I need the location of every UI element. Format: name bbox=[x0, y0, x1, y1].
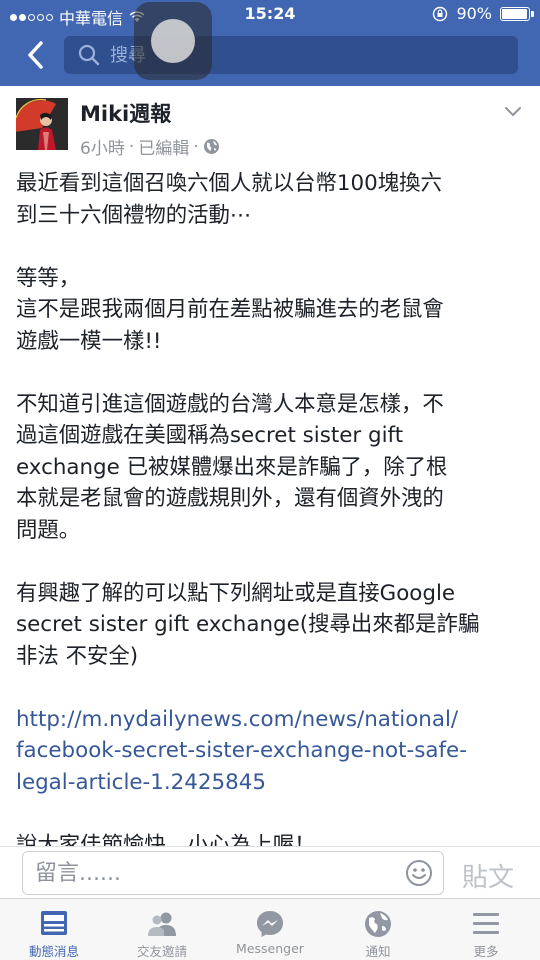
orientation-lock-icon bbox=[433, 6, 448, 21]
tab-label: 更多 bbox=[473, 944, 499, 959]
link-line[interactable]: http://m.nydailynews.com/news/national/ bbox=[16, 704, 521, 736]
post-card: Miki週報 6小時 · 已編輯 · 最近看到這個召喚六個人就以台幣100塊換六… bbox=[0, 86, 540, 846]
link-line[interactable]: facebook-secret-sister-exchange-not-safe… bbox=[16, 735, 521, 767]
post-line: 非法 不安全) bbox=[16, 643, 139, 669]
back-button[interactable] bbox=[20, 38, 50, 72]
friend-requests-icon bbox=[148, 912, 176, 936]
meta-separator: · bbox=[128, 136, 135, 157]
meta-separator: · bbox=[193, 136, 199, 157]
status-bar: 中華電信 15:24 90% bbox=[0, 0, 540, 28]
status-right: 90% bbox=[432, 4, 534, 23]
emoji-icon[interactable] bbox=[405, 859, 433, 887]
post-line: 問題。 bbox=[16, 517, 81, 543]
battery-percent: 90% bbox=[456, 4, 492, 23]
search-box[interactable] bbox=[64, 36, 518, 74]
edited-label[interactable]: 已編輯 bbox=[138, 134, 189, 159]
tab-label: 通知 bbox=[365, 944, 391, 959]
post-line: exchange 已被媒體爆出來是詐騙了，除了根 bbox=[16, 454, 448, 480]
post-line: 等等， bbox=[16, 265, 81, 291]
post-paragraph: 不知道引進這個遊戲的台灣人本意是怎樣，不 過這個遊戲在美國稱為secret si… bbox=[16, 389, 521, 547]
post-line: 最近看到這個召喚六個人就以台幣100塊換六 bbox=[16, 171, 442, 196]
chevron-down-icon[interactable] bbox=[504, 106, 522, 118]
post-paragraph: 等等， 這不是跟我兩個月前在差點被騙進去的老鼠會 遊戲一模一樣!! bbox=[16, 263, 521, 358]
battery-level bbox=[502, 8, 528, 19]
tab-more[interactable]: 更多 bbox=[432, 899, 540, 960]
tab-messenger[interactable]: Messenger bbox=[216, 899, 324, 960]
assistive-touch-inner bbox=[151, 19, 195, 63]
post-line: 過這個遊戲在美國稱為secret sister gift bbox=[16, 423, 404, 448]
tab-bar: 動態消息 交友邀請 Messenger 通知 更多 bbox=[0, 898, 540, 960]
post-paragraph: 說大家佳節愉快，小心為上喔！ bbox=[16, 830, 521, 847]
author-name[interactable]: Miki週報 bbox=[80, 98, 171, 128]
post-line: 到三十六個禮物的活動⋯ bbox=[16, 202, 252, 228]
tab-notifications[interactable]: 通知 bbox=[324, 899, 432, 960]
post-time[interactable]: 6小時 bbox=[80, 134, 125, 159]
post-body: 最近看到這個召喚六個人就以台幣100塊換六 到三十六個禮物的活動⋯ 等等， 這不… bbox=[16, 168, 521, 846]
notifications-globe-icon bbox=[365, 911, 391, 937]
tab-label: Messenger bbox=[236, 941, 304, 956]
post-meta: 6小時 · 已編輯 · bbox=[80, 134, 220, 159]
tab-friend-requests[interactable]: 交友邀請 bbox=[108, 899, 216, 960]
post-line: 不知道引進這個遊戲的台灣人本意是怎樣，不 bbox=[16, 391, 444, 417]
author-avatar[interactable] bbox=[16, 98, 68, 150]
link-line[interactable]: legal-article-1.2425845 bbox=[16, 767, 521, 799]
search-icon bbox=[78, 44, 100, 66]
tab-news-feed[interactable]: 動態消息 bbox=[0, 899, 108, 960]
post-line: 這不是跟我兩個月前在差點被騙進去的老鼠會 bbox=[16, 297, 444, 322]
globe-icon bbox=[203, 139, 219, 154]
battery-icon bbox=[500, 6, 534, 21]
top-header: 中華電信 15:24 90% bbox=[0, 0, 540, 86]
post-line: 說大家佳節愉快，小心為上喔！ bbox=[16, 832, 316, 847]
tab-label: 交友邀請 bbox=[136, 944, 187, 959]
news-feed-icon bbox=[41, 911, 67, 935]
assistive-touch-button[interactable] bbox=[134, 2, 212, 80]
menu-icon bbox=[473, 913, 499, 934]
post-line: 有興趣了解的可以點下列網址或是直接Google bbox=[16, 580, 456, 606]
messenger-icon bbox=[257, 911, 283, 937]
post-line: secret sister gift exchange(搜尋出來都是詐騙 bbox=[16, 612, 480, 637]
post-link[interactable]: http://m.nydailynews.com/news/national/ … bbox=[16, 704, 521, 799]
post-comment-button[interactable]: 貼文 bbox=[462, 857, 514, 894]
tab-label: 動態消息 bbox=[28, 944, 79, 959]
post-line: 遊戲一模一樣!! bbox=[16, 328, 162, 354]
avatar-image bbox=[16, 98, 68, 150]
back-arrow-icon bbox=[28, 41, 43, 69]
comment-input[interactable] bbox=[35, 860, 395, 886]
comment-bar: 貼文 bbox=[0, 846, 540, 898]
post-paragraph: 最近看到這個召喚六個人就以台幣100塊換六 到三十六個禮物的活動⋯ bbox=[16, 168, 521, 231]
post-paragraph: 有興趣了解的可以點下列網址或是直接Google secret sister gi… bbox=[16, 578, 521, 673]
post-line: 本就是老鼠會的遊戲規則外，還有個資外洩的 bbox=[16, 486, 444, 511]
comment-field[interactable] bbox=[22, 851, 444, 895]
